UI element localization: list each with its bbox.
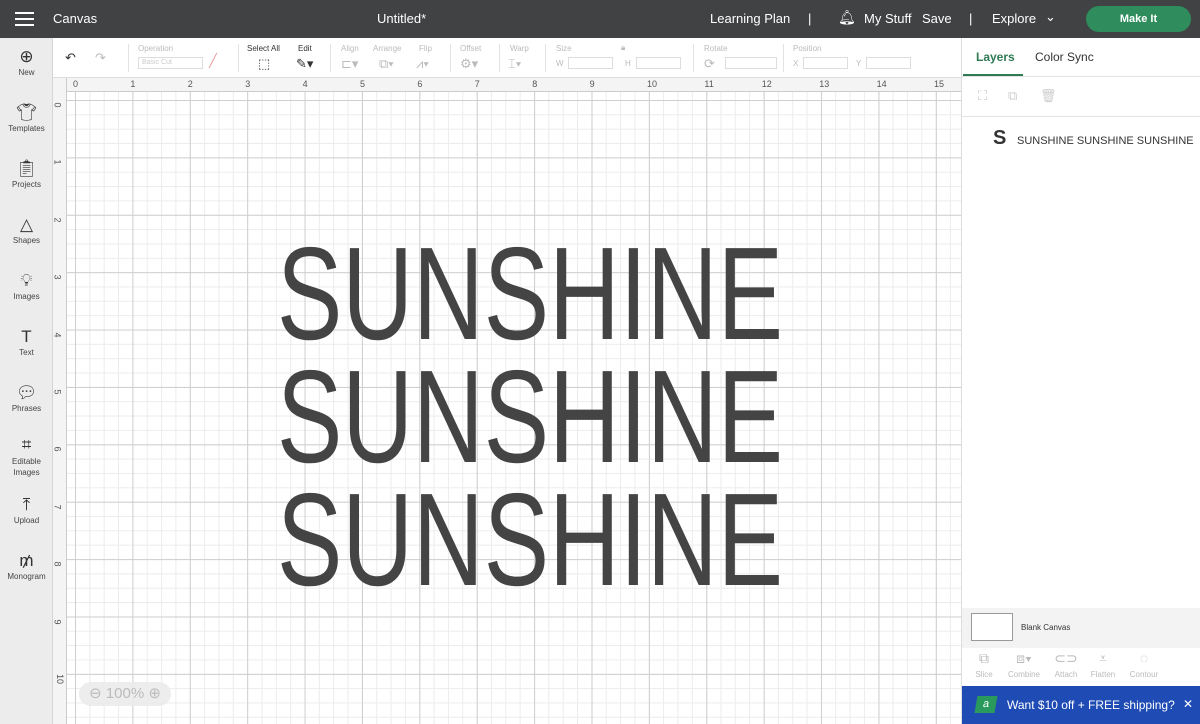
undo-icon[interactable]: ↶ xyxy=(65,50,76,66)
x-input[interactable] xyxy=(803,57,848,69)
height-input[interactable] xyxy=(636,57,681,69)
redo-icon[interactable]: ↷ xyxy=(95,50,106,66)
offset-label: Offset xyxy=(460,44,482,53)
sidebar-item-new[interactable]: ⊕ New xyxy=(0,46,53,77)
layers-panel: Layers Color Sync ⛶ ⧉ 🗑︎ S SUNSHINE SUNS… xyxy=(961,38,1200,724)
sidebar-item-images[interactable]: 💡︎ Images xyxy=(0,270,53,301)
flip-label: Flip xyxy=(419,44,432,53)
combine-icon: ⧈▾ xyxy=(1016,650,1032,666)
flatten-icon: ⩡ xyxy=(1099,650,1107,666)
pencil-icon[interactable]: ✎▾ xyxy=(296,56,313,72)
select-all-icon[interactable]: ⬚ xyxy=(258,56,270,72)
contour-icon: ◌ xyxy=(1139,650,1149,666)
explore-menu[interactable]: Explore xyxy=(992,11,1036,26)
arrange-label: Arrange xyxy=(373,44,402,53)
sidebar-item-templates[interactable]: 👕︎ Templates xyxy=(0,102,53,133)
lock-icon[interactable]: 🔒︎ xyxy=(621,43,625,53)
size-label: Size xyxy=(556,44,572,53)
duplicate-icon[interactable]: ⧉ xyxy=(1008,88,1017,104)
y-input[interactable] xyxy=(866,57,911,69)
group-icon[interactable]: ⛶ xyxy=(978,88,987,104)
operation-select[interactable]: Basic Cut xyxy=(138,57,203,69)
rotate-icon: ⟳ xyxy=(704,56,715,71)
monogram-icon: ₥ xyxy=(19,551,34,570)
sidebar-item-upload[interactable]: ⤒ Upload xyxy=(0,494,53,525)
text-layer[interactable]: SUNSHINE SUNSHINE SUNSHINE xyxy=(53,78,961,724)
top-bar: Canvas Untitled* Learning Plan | 🔔︎ My S… xyxy=(0,0,1200,38)
sidebar-item-text[interactable]: T Text xyxy=(0,326,53,357)
position-label: Position xyxy=(793,44,822,53)
learning-plan-link[interactable]: Learning Plan xyxy=(710,11,790,26)
select-all-label: Select All xyxy=(247,44,280,53)
my-stuff-link[interactable]: My Stuff xyxy=(864,11,911,26)
plus-circle-icon: ⊕ xyxy=(19,47,34,66)
offset-icon[interactable]: ⚙▾ xyxy=(460,56,478,72)
combine-button[interactable]: ⧈▾ Combine xyxy=(1002,650,1046,679)
promo-banner[interactable]: a Want $10 off + FREE shipping? ✕ xyxy=(962,686,1200,724)
make-it-button[interactable]: Make It xyxy=(1086,6,1191,32)
upload-icon: ⤒ xyxy=(22,495,31,514)
align-label: Align xyxy=(341,44,359,53)
tab-layers[interactable]: Layers xyxy=(976,50,1015,64)
vector-edit-icon: ⌗ xyxy=(21,435,32,454)
edit-label: Edit xyxy=(298,44,312,53)
flip-icon[interactable]: ⩘▾ xyxy=(416,56,429,72)
contour-button[interactable]: ◌ Contour xyxy=(1122,650,1166,679)
linetype-icon[interactable]: ╱ xyxy=(209,53,217,69)
sidebar-item-editable-images[interactable]: ⌗ Editable Images xyxy=(0,434,53,478)
close-icon[interactable]: ✕ xyxy=(1183,697,1193,711)
edit-toolbar: ↶ ↷ Operation Basic Cut ╱ Select All ⬚ E… xyxy=(53,38,961,78)
operation-label: Operation xyxy=(138,44,174,53)
save-button[interactable]: Save xyxy=(922,11,952,26)
bell-icon[interactable]: 🔔︎ xyxy=(838,9,856,26)
promo-logo-icon: a xyxy=(974,696,998,713)
width-input[interactable] xyxy=(568,57,613,69)
sidebar: ⊕ New 👕︎ Templates 📋︎ Projects △ Shapes 💡︎ Im… xyxy=(0,38,53,724)
zoom-out-button[interactable]: ⊖ xyxy=(89,685,102,702)
arrange-icon[interactable]: ⧉▾ xyxy=(379,56,394,72)
slice-button[interactable]: ⧉ Slice xyxy=(962,650,1006,679)
clipboard-icon: 📋︎ xyxy=(15,159,38,178)
y-label: Y xyxy=(856,59,862,68)
rotate-label: Rotate xyxy=(704,44,728,53)
align-icon[interactable]: ⊏▾ xyxy=(341,56,358,72)
flatten-button[interactable]: ⩡ Flatten xyxy=(1081,650,1125,679)
speech-bubble-icon: 💬︎ xyxy=(15,383,38,402)
width-label: W xyxy=(556,59,564,68)
promo-text: Want $10 off + FREE shipping? xyxy=(1007,698,1175,712)
tab-color-sync[interactable]: Color Sync xyxy=(1035,50,1094,64)
canvas-text-line: SUNSHINE xyxy=(277,466,783,613)
blank-canvas-label: Blank Canvas xyxy=(1021,623,1071,632)
layer-item[interactable]: SUNSHINE SUNSHINE SUNSHINE xyxy=(1017,135,1194,147)
zoom-control: ⊖ 100% ⊕ xyxy=(79,682,171,706)
sidebar-item-phrases[interactable]: 💬︎ Phrases xyxy=(0,382,53,413)
shirt-icon: 👕︎ xyxy=(15,103,38,122)
rotate-input[interactable] xyxy=(725,57,777,69)
text-layer-icon: S xyxy=(993,127,1007,149)
divider: | xyxy=(808,11,812,26)
zoom-in-button[interactable]: ⊕ xyxy=(148,685,161,702)
canvas-thumbnail xyxy=(971,613,1013,641)
shapes-icon: △ xyxy=(19,215,34,234)
trash-icon[interactable]: 🗑︎ xyxy=(1040,88,1057,104)
sidebar-item-monogram[interactable]: ₥ Monogram xyxy=(0,550,53,581)
blank-canvas-item[interactable]: Blank Canvas xyxy=(962,608,1200,648)
warp-label: Warp xyxy=(510,44,529,53)
height-label: H xyxy=(625,59,631,68)
divider: | xyxy=(969,11,973,26)
design-canvas[interactable]: 0 1 2 3 4 5 6 7 8 9 10 11 12 13 14 15 0 1 2 3 4 5 6 7 8 9 10 SUNS… xyxy=(53,78,961,724)
lightbulb-icon: 💡︎ xyxy=(20,271,33,290)
sidebar-item-projects[interactable]: 📋︎ Projects xyxy=(0,158,53,189)
document-title[interactable]: Untitled* xyxy=(377,11,426,26)
sidebar-item-shapes[interactable]: △ Shapes xyxy=(0,214,53,245)
zoom-level: 100% xyxy=(105,685,145,702)
app-title: Canvas xyxy=(53,11,98,26)
x-label: X xyxy=(793,59,799,68)
slice-icon: ⧉ xyxy=(979,650,989,666)
menu-icon[interactable] xyxy=(15,12,34,26)
chevron-down-icon[interactable]: ⌄ xyxy=(1045,9,1056,25)
warp-icon[interactable]: ⌶▾ xyxy=(508,56,521,72)
text-icon: T xyxy=(21,327,32,346)
